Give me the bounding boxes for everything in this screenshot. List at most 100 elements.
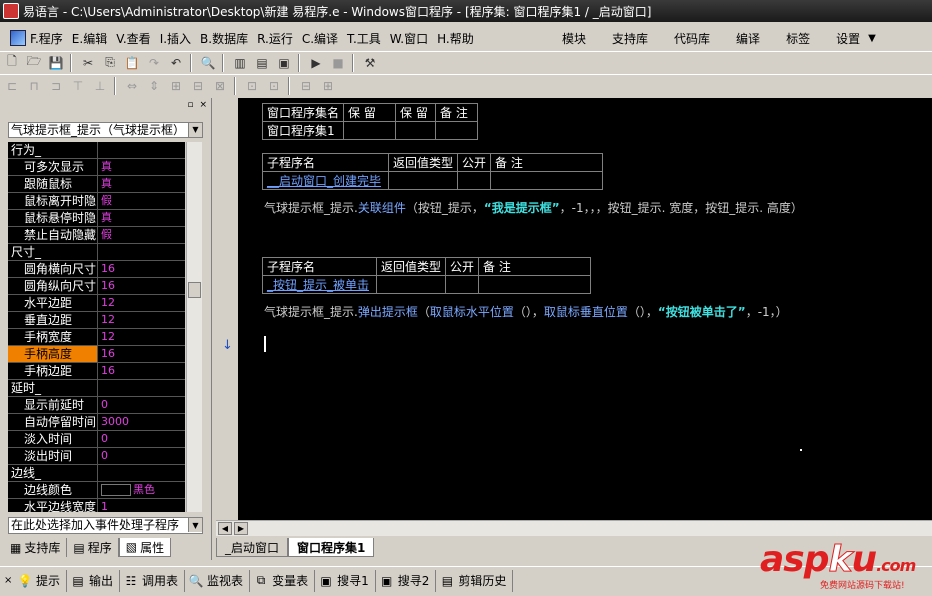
property-row[interactable]: 水平边距 12 [8,295,185,312]
property-value[interactable]: 12 [98,312,185,328]
property-value[interactable]: 3000 [98,414,185,430]
menu-tools[interactable]: T.工具 [347,30,381,47]
redo-icon[interactable]: ↷ [144,54,164,72]
menu-app-icon[interactable] [10,30,26,46]
scroll-right-icon[interactable]: ▶ [234,522,248,535]
settings-dropdown-icon[interactable]: ▼ [868,33,876,44]
property-value[interactable]: 16 [98,261,185,277]
property-row[interactable]: 淡入时间 0 [8,431,185,448]
menu-insert[interactable]: I.插入 [160,30,191,47]
property-value[interactable]: 0 [98,431,185,447]
table-cell[interactable] [435,121,479,140]
component-select[interactable]: 气球提示框_提示（气球提示框） ▼ [8,122,203,138]
menu-run[interactable]: R.运行 [257,30,293,47]
property-value[interactable]: 黑色 [98,482,185,498]
chevron-down-icon[interactable]: ▼ [188,518,202,532]
table-cell[interactable] [457,171,492,190]
layout1-icon[interactable]: ▥ [230,54,250,72]
align-center-icon[interactable]: ⊓ [24,77,44,95]
tab-start-window[interactable]: _启动窗口 [216,538,289,557]
layout2-icon[interactable]: ▤ [252,54,272,72]
property-row[interactable]: 边线颜色 黑色 [8,482,185,499]
menu-view[interactable]: V.查看 [116,30,150,47]
property-value[interactable]: 假 [98,193,185,209]
subprogram-name-cell[interactable]: _按钮_提示_被单击 [262,275,377,294]
menu-compile[interactable]: C.编译 [302,30,338,47]
bottom-tab[interactable]: ⧉ 变量表 [250,569,316,592]
bottom-tab[interactable]: ▣ 搜寻1 [315,569,376,592]
tab-assembly-1[interactable]: 窗口程序集1 [288,538,375,557]
property-value[interactable]: 真 [98,176,185,192]
table-cell[interactable] [490,171,604,190]
property-row[interactable]: 显示前延时 0 [8,397,185,414]
open-folder-icon[interactable]: 🗁 [24,54,44,72]
property-row[interactable]: 延时_ [8,380,185,397]
assembly-name-cell[interactable]: 窗口程序集1 [261,121,345,140]
run-icon[interactable]: ▶ [306,54,326,72]
menu-database[interactable]: B.数据库 [200,30,248,47]
property-value[interactable] [98,142,185,158]
close-icon[interactable]: × [4,575,14,586]
undo-icon[interactable]: ↶ [166,54,186,72]
property-value[interactable]: 0 [98,397,185,413]
property-row[interactable]: 行为_ [8,142,185,159]
property-scrollbar[interactable] [186,142,202,512]
menu-support-lib[interactable]: 支持库 [612,30,648,47]
bottom-tab[interactable]: ▤ 剪辑历史 [436,569,514,592]
same-size-icon[interactable]: ⊞ [166,77,186,95]
table-cell[interactable] [375,275,447,294]
color-swatch[interactable] [101,484,131,496]
layout3-icon[interactable]: ▣ [274,54,294,72]
menu-tags[interactable]: 标签 [786,30,810,47]
scroll-left-icon[interactable]: ◀ [218,522,232,535]
menu-program[interactable]: F.程序 [30,30,63,47]
bottom-tab[interactable]: ☷ 调用表 [120,569,186,592]
property-value[interactable]: 16 [98,346,185,362]
tab-support-lib[interactable]: ▦ 支持库 [4,538,68,557]
property-row[interactable]: 边线_ [8,465,185,482]
paste-icon[interactable]: 📋 [122,54,142,72]
property-row[interactable]: 手柄边距 16 [8,363,185,380]
menu-code-lib[interactable]: 代码库 [674,30,710,47]
menu-window[interactable]: W.窗口 [390,30,428,47]
property-value[interactable] [98,465,185,481]
copy-icon[interactable]: ⎘ [100,54,120,72]
new-file-icon[interactable]: 🗋 [2,54,22,72]
property-row[interactable]: 圆角纵向尺寸 16 [8,278,185,295]
table-cell[interactable] [387,171,459,190]
event-select[interactable]: 在此处选择加入事件处理子程序 ▼ [8,517,203,534]
property-grid[interactable]: 行为_ 可多次显示真跟随鼠标真鼠标离开时隐假鼠标悬停时隐真禁止自动隐藏假尺寸_ 圆角… [8,142,185,512]
same-height-icon[interactable]: ⇕ [144,77,164,95]
align-right-icon[interactable]: ⊐ [46,77,66,95]
table-cell[interactable] [478,275,592,294]
subprogram-name-cell[interactable]: __启动窗口_创建完毕 [262,171,389,190]
tab-properties[interactable]: ▧ 属性 [118,538,172,557]
v-spacing-icon[interactable]: ⊠ [210,77,230,95]
center-h-icon[interactable]: ⊡ [242,77,262,95]
property-row[interactable]: 手柄宽度 12 [8,329,185,346]
property-row[interactable]: 自动停留时间 3000 [8,414,185,431]
property-row[interactable]: 尺寸_ [8,244,185,261]
order-icon[interactable]: ⊞ [318,77,338,95]
table-cell[interactable] [445,275,480,294]
scrollbar-thumb[interactable] [188,282,201,298]
property-row[interactable]: 手柄高度 16 [8,346,185,363]
stop-icon[interactable]: ■ [328,54,348,72]
menu-module[interactable]: 模块 [562,30,586,47]
property-row[interactable]: 水平边线宽度 1 [8,499,185,512]
bottom-tab[interactable]: 🔍 监视表 [185,569,251,592]
property-value[interactable]: 假 [98,227,185,243]
property-row[interactable]: 禁止自动隐藏假 [8,227,185,244]
chevron-down-icon[interactable]: ▼ [188,123,202,137]
panel-restore-icon[interactable]: ▫ [187,100,193,110]
table-cell[interactable] [343,121,397,140]
property-value[interactable] [98,380,185,396]
property-value[interactable]: 12 [98,295,185,311]
save-icon[interactable]: 💾 [46,54,66,72]
menu-help[interactable]: H.帮助 [437,30,474,47]
lock-icon[interactable]: ⊟ [296,77,316,95]
align-top-icon[interactable]: ⊤ [68,77,88,95]
tab-program[interactable]: ▤ 程序 [67,538,119,557]
menu-edit[interactable]: E.编辑 [72,30,107,47]
align-left-icon[interactable]: ⊏ [2,77,22,95]
